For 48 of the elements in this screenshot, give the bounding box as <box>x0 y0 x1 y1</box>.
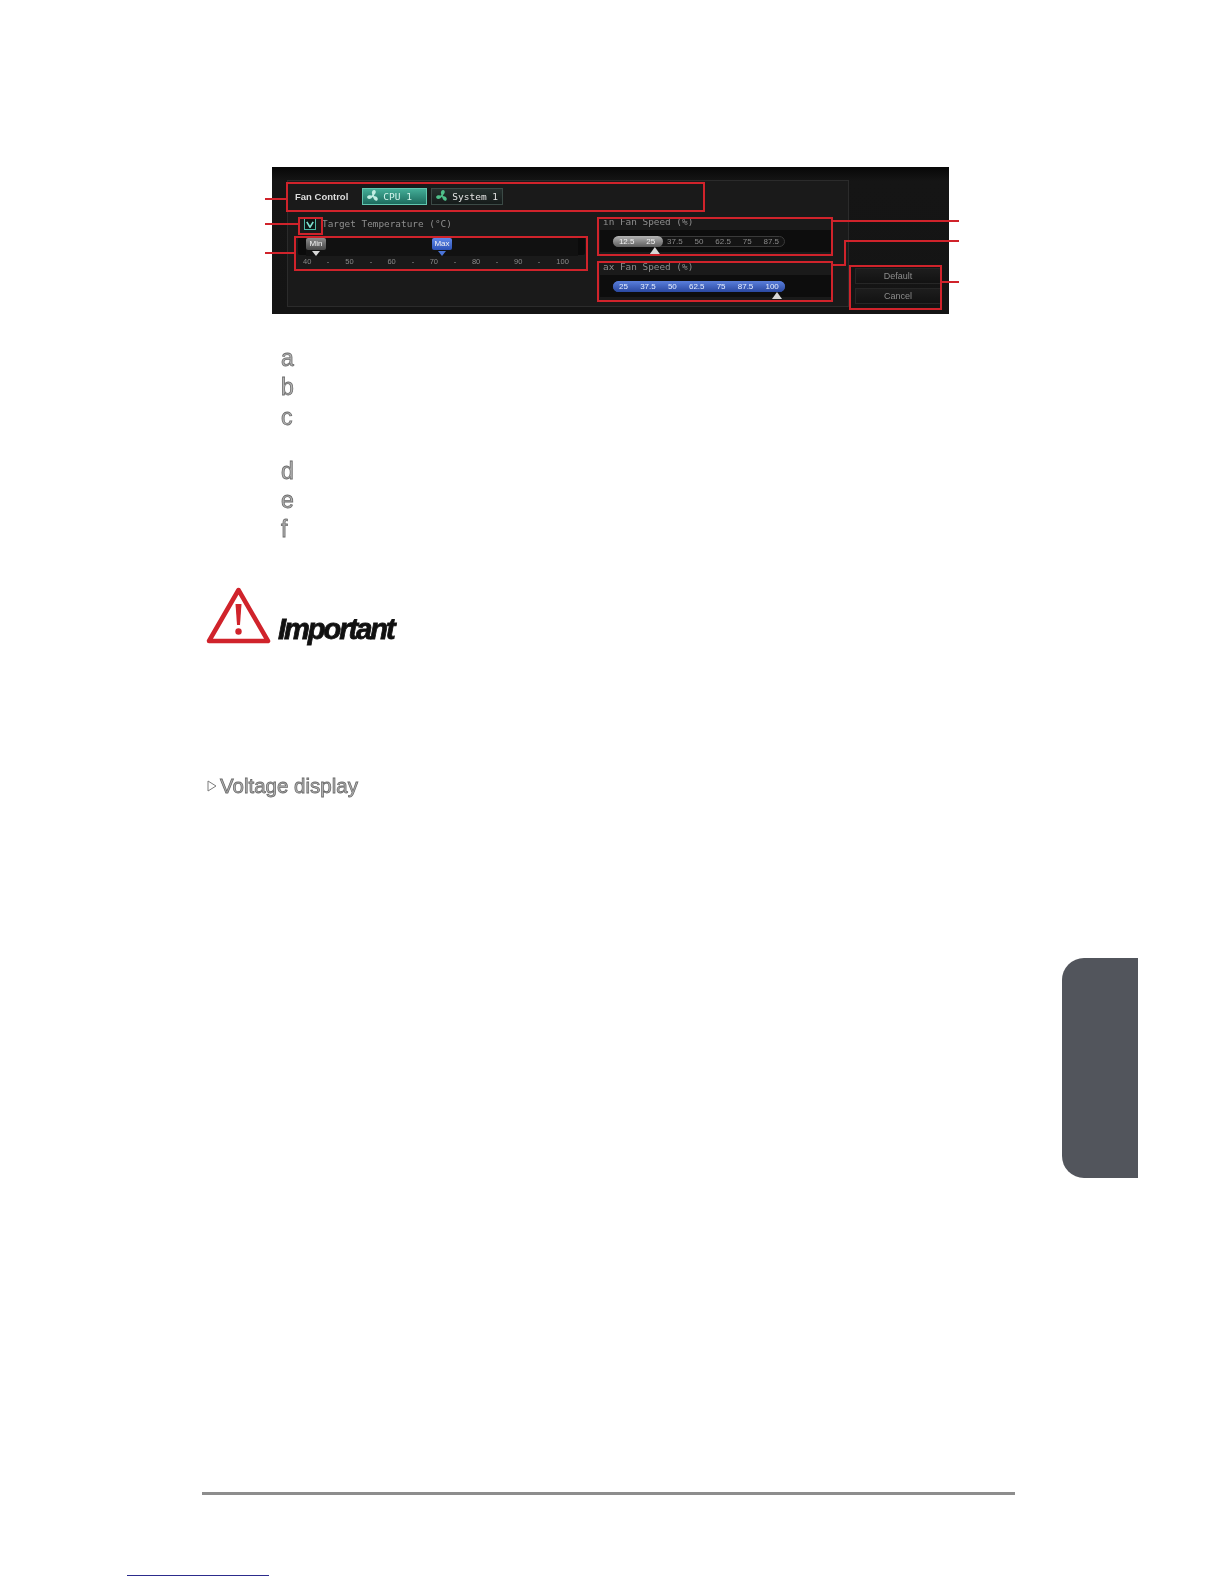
tick-mark <box>538 261 541 263</box>
scale-label: 87.5 <box>763 237 779 246</box>
section-heading: Voltage display <box>220 773 358 798</box>
check-icon <box>306 220 314 228</box>
checkbox-label: Target Temperature (°C) <box>322 218 452 230</box>
tick-mark <box>327 261 330 263</box>
slider-thumb[interactable] <box>772 292 782 299</box>
scale-label: 50 <box>667 282 677 291</box>
legend-letter: c <box>281 402 294 432</box>
slider-track[interactable]: 12.5 25 37.5 50 62.5 75 87.5 <box>613 236 785 254</box>
scale-label: 50 <box>694 237 704 246</box>
scale-label: 75 <box>742 237 752 246</box>
panel-button[interactable]: Default <box>855 268 941 284</box>
fan-icon <box>367 190 380 202</box>
tick-mark <box>453 261 456 263</box>
scale-label: 87.5 <box>737 282 754 291</box>
scale-label: 37.5 <box>640 282 656 291</box>
scale-label: 100 <box>765 282 779 291</box>
slider-thumb[interactable] <box>649 247 660 254</box>
scale-label: 37.5 <box>667 237 683 246</box>
legend-letter: e <box>281 486 294 516</box>
leader-line <box>265 198 286 200</box>
leader-line <box>265 252 294 254</box>
legend-letter: a <box>281 344 294 373</box>
scale-label: 12.5 <box>618 237 635 246</box>
scale-label: 62.5 <box>688 282 705 291</box>
tick-mark <box>369 261 372 263</box>
legend-letter: f <box>281 515 289 545</box>
panel-title: Fan Control <box>295 190 349 202</box>
scale-label: 25 <box>619 282 628 291</box>
tick-mark <box>496 261 499 263</box>
fan-icon <box>436 190 449 202</box>
scale-label: 75 <box>716 282 726 291</box>
scale-label: 25 <box>646 237 656 246</box>
triangle-bullet-icon <box>207 779 217 792</box>
leader-line <box>265 223 298 225</box>
legend-letter: d <box>281 456 294 486</box>
panel-button[interactable]: Cancel <box>855 288 941 304</box>
scale-label: 62.5 <box>715 237 731 246</box>
leader-line <box>942 281 959 283</box>
slider-label: ax Fan Speed (%) <box>602 261 694 273</box>
legend-letter: b <box>281 373 294 403</box>
fan-tab[interactable]: System 1 <box>431 187 504 205</box>
tick-mark <box>411 261 414 263</box>
slider-track[interactable]: 25 37.5 50 62.5 75 87.5 100 <box>613 281 785 299</box>
warning-icon <box>206 586 271 644</box>
notice-title: Important <box>278 614 394 644</box>
fan-tab[interactable]: CPU 1 <box>362 187 428 205</box>
